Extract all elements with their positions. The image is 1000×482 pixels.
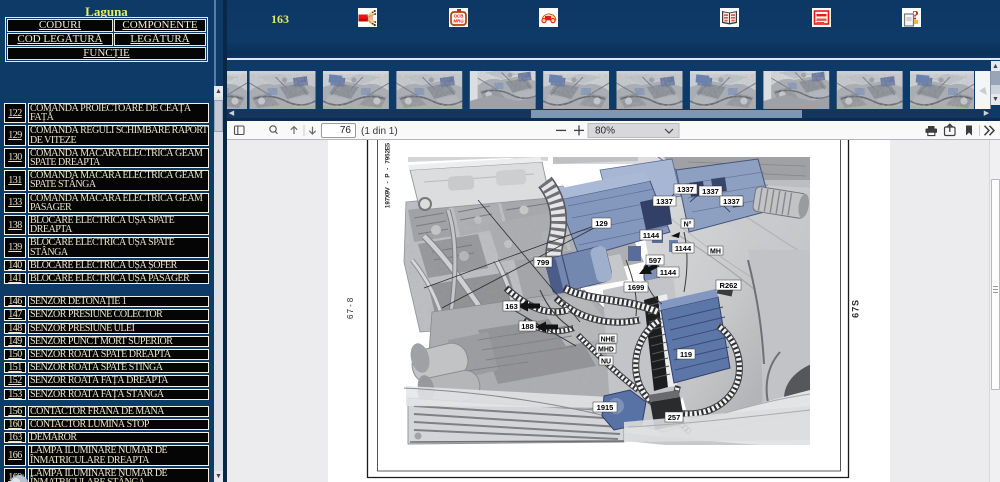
svg-text:MHD: MHD	[598, 347, 614, 354]
svg-text:MH: MH	[710, 249, 721, 256]
svg-text:S: S	[851, 300, 861, 306]
svg-text:799: 799	[537, 258, 550, 267]
svg-text:1144: 1144	[660, 268, 677, 277]
svg-text:163: 163	[505, 302, 518, 311]
svg-text:V: V	[385, 186, 392, 191]
svg-text:NU: NU	[601, 359, 611, 366]
svg-text:MRU: MRU	[454, 19, 464, 24]
svg-text:1337: 1337	[677, 185, 694, 194]
svg-text:-: -	[385, 181, 392, 183]
svg-text:119: 119	[680, 350, 692, 359]
svg-text:9: 9	[385, 190, 392, 194]
svg-text:1699: 1699	[628, 283, 645, 292]
svg-text:1144: 1144	[675, 244, 692, 253]
svg-text:2: 2	[385, 149, 392, 153]
svg-text:129: 129	[595, 219, 608, 228]
svg-text:9: 9	[385, 156, 392, 160]
svg-text:7: 7	[385, 160, 392, 164]
svg-text:5: 5	[385, 153, 392, 157]
svg-text:?: ?	[912, 8, 919, 23]
svg-text:9: 9	[385, 201, 392, 205]
svg-text:P: P	[385, 174, 392, 178]
svg-text:597: 597	[649, 256, 662, 265]
svg-text:1144: 1144	[643, 231, 660, 240]
svg-text:188: 188	[521, 322, 534, 331]
svg-text:E: E	[385, 146, 392, 150]
svg-text:1337: 1337	[723, 197, 740, 206]
svg-text:N°: N°	[684, 221, 692, 229]
svg-text:-: -	[346, 304, 355, 307]
svg-text:R262: R262	[720, 281, 738, 290]
svg-text:1337: 1337	[702, 187, 719, 196]
svg-text:1: 1	[385, 204, 392, 208]
svg-text:257: 257	[668, 413, 681, 422]
svg-text:1337: 1337	[656, 197, 673, 206]
svg-text:7: 7	[385, 197, 392, 201]
svg-text:NHE: NHE	[601, 337, 616, 344]
svg-text:1915: 1915	[597, 403, 614, 412]
svg-text:-: -	[385, 168, 392, 170]
svg-text:8: 8	[346, 297, 355, 302]
svg-text:80%: 80%	[595, 126, 615, 137]
svg-text:6: 6	[851, 313, 861, 318]
svg-text:6: 6	[346, 314, 355, 319]
svg-text:7: 7	[851, 307, 861, 312]
svg-text:7: 7	[346, 308, 355, 313]
